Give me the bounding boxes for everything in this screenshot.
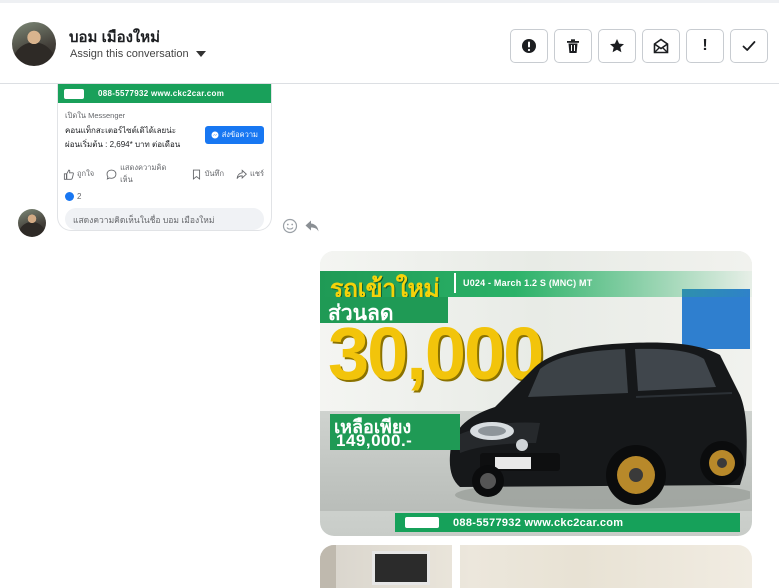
sender-avatar <box>18 209 46 237</box>
post-desc-line: คอนแท็กสะเตอร์ไซต์เดิได้เลยน่ะ <box>65 126 176 135</box>
delete-button[interactable] <box>554 29 592 63</box>
mark-unread-button[interactable] <box>642 29 680 63</box>
comment-icon <box>106 169 117 180</box>
messenger-icon <box>211 131 219 139</box>
post-banner-text: 088-5577932 www.ckc2car.com <box>98 89 225 98</box>
assign-label: Assign this conversation <box>70 48 189 60</box>
share-icon <box>236 168 248 179</box>
post-image-banner: 088-5577932 www.ckc2car.com <box>58 84 271 103</box>
car-ad-image[interactable]: รถเข้าใหม่ U024 - March 1.2 S (MNC) MT ส… <box>320 251 752 536</box>
ad-footer-band: 088-5577932 www.ckc2car.com <box>395 513 740 532</box>
post-desc-line: ผ่อนเริ่มต้น : 2,694* บาท ต่อเดือน <box>65 140 181 149</box>
comment-input[interactable]: แสดงความคิดเห็นในชื่อ บอม เมืองใหม่ <box>65 208 264 230</box>
thumbs-up-icon <box>63 169 74 180</box>
comment-label: แสดงความคิดเห็น <box>120 163 167 184</box>
check-icon <box>742 41 756 51</box>
contact-name[interactable]: บอม เมืองใหม่ <box>69 25 160 49</box>
reply-icon[interactable] <box>304 218 320 234</box>
caret-down-icon <box>195 51 206 57</box>
send-message-label: ส่งข้อความ <box>221 130 258 139</box>
share-label: แชร์ <box>250 169 264 178</box>
second-image-attachment[interactable] <box>320 545 752 588</box>
shared-post-card[interactable]: 088-5577932 www.ckc2car.com เปิดใน Messe… <box>57 84 272 231</box>
conversation-header: บอม เมืองใหม่ Assign this conversation ! <box>0 0 779 84</box>
save-label: บันทึก <box>204 169 225 178</box>
dealer-logo <box>64 88 84 99</box>
assign-conversation-dropdown[interactable]: Assign this conversation <box>70 48 206 60</box>
conversation-page: บอม เมืองใหม่ Assign this conversation !… <box>0 0 779 588</box>
ad-footer-contact: 088-5577932 www.ckc2car.com <box>453 516 624 529</box>
send-message-button[interactable]: ส่งข้อความ <box>204 126 264 144</box>
envelope-icon <box>653 38 669 54</box>
like-reaction-icon <box>65 192 74 201</box>
conversation-actions: ! <box>510 29 768 63</box>
headline-separator <box>454 273 456 293</box>
message-thread: 088-5577932 www.ckc2car.com เปิดใน Messe… <box>0 84 779 588</box>
reaction-summary[interactable]: 2 <box>58 186 271 201</box>
emoji-react-icon[interactable] <box>282 218 298 234</box>
star-icon <box>610 39 624 53</box>
like-action[interactable]: ถูกใจ <box>63 162 94 186</box>
bookmark-icon <box>192 169 200 180</box>
exclamation-icon: ! <box>702 37 708 54</box>
like-label: ถูกใจ <box>77 169 95 178</box>
image-sign <box>372 551 430 585</box>
image-column <box>452 545 460 588</box>
ad-price: 149,000.- <box>336 431 413 450</box>
comment-action[interactable]: แสดงความคิดเห็น <box>106 162 179 186</box>
image-pillar <box>320 545 336 588</box>
post-actions: ถูกใจ แสดงความคิดเห็น บันทึก แชร์ <box>58 152 271 186</box>
trash-icon <box>567 39 579 53</box>
mark-important-button[interactable]: ! <box>686 29 724 63</box>
share-action[interactable]: แชร์ <box>236 162 264 186</box>
post-description: คอนแท็กสะเตอร์ไซต์เดิได้เลยน่ะ ผ่อนเริ่ม… <box>65 124 180 152</box>
alert-circle-icon <box>522 39 536 53</box>
contact-avatar[interactable] <box>12 22 56 66</box>
reaction-count: 2 <box>77 192 82 201</box>
message-tools <box>282 218 320 234</box>
save-action[interactable]: บันทึก <box>191 162 224 186</box>
mark-done-button[interactable] <box>730 29 768 63</box>
post-source: เปิดใน Messenger <box>65 111 126 120</box>
dealer-logo <box>405 517 439 528</box>
ad-model-code: U024 - March 1.2 S (MNC) MT <box>463 278 593 288</box>
star-button[interactable] <box>598 29 636 63</box>
car-photo <box>449 342 750 509</box>
mark-spam-button[interactable] <box>510 29 548 63</box>
